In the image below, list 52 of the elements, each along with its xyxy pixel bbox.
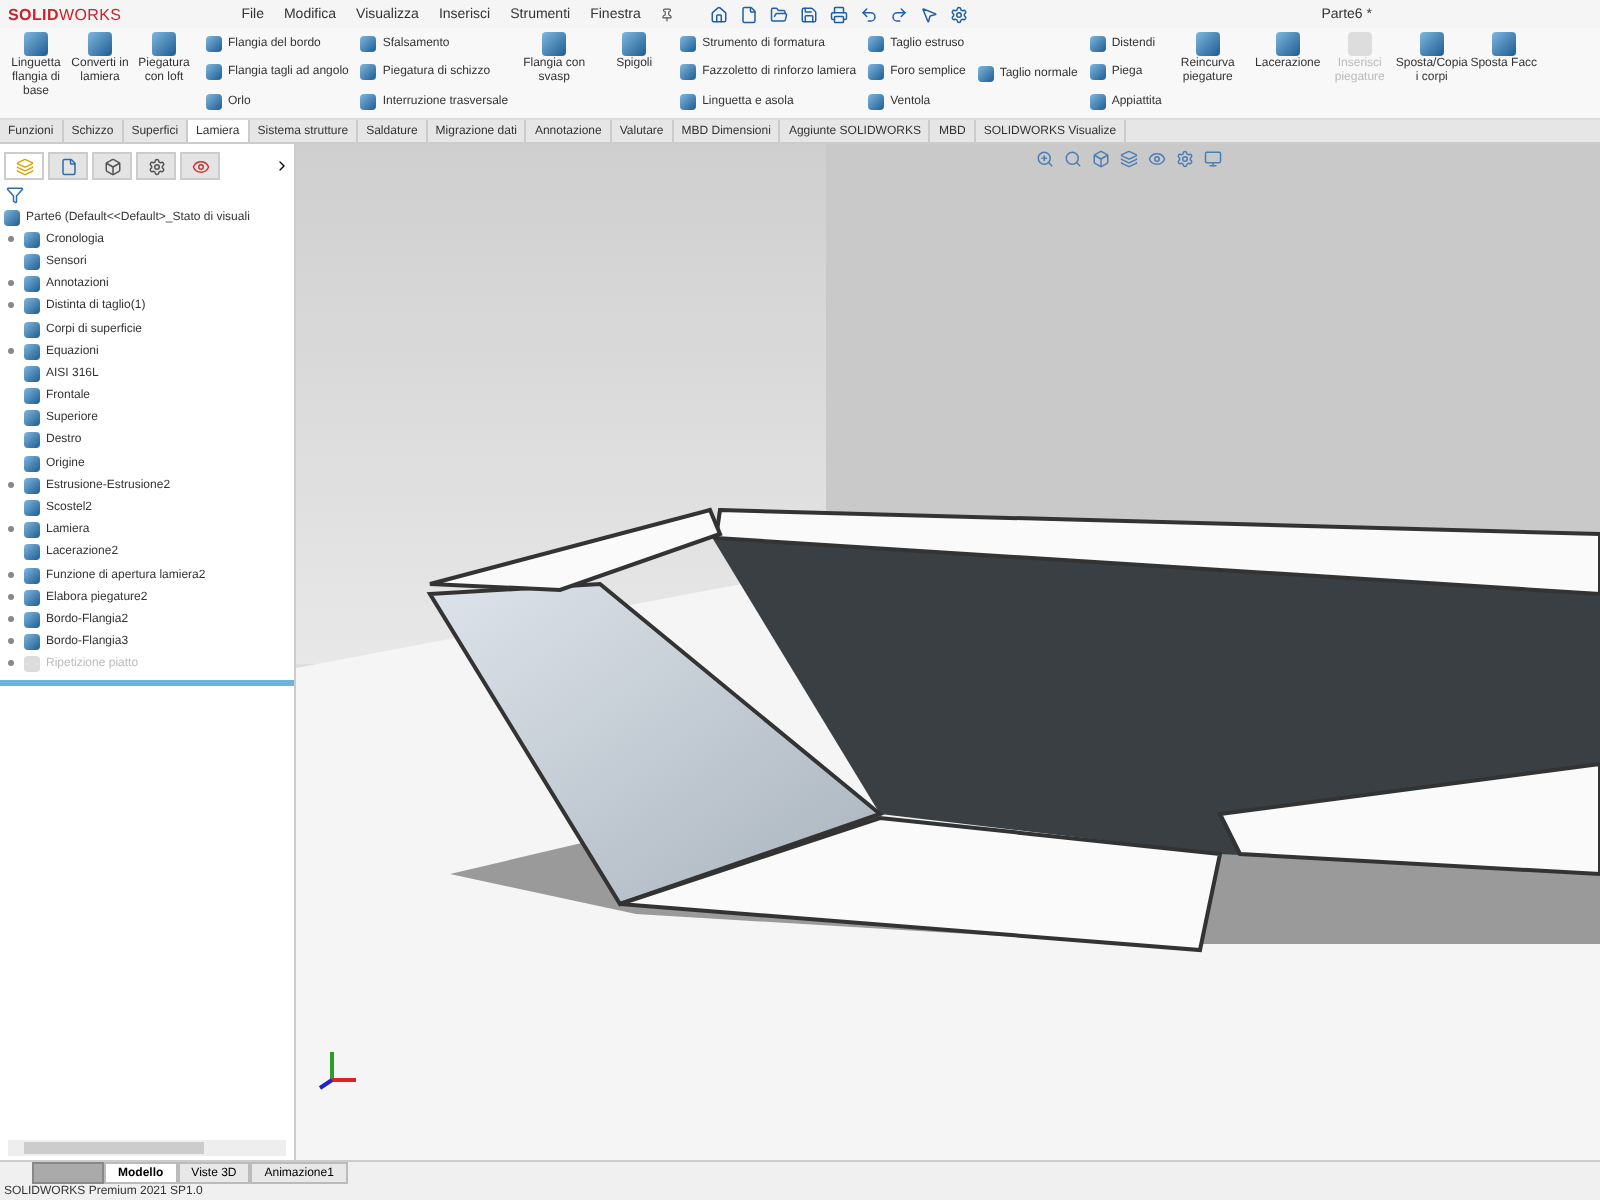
expand-dot-icon[interactable] [8,347,14,354]
monitor-icon[interactable] [1204,150,1222,168]
dimension-tab[interactable] [136,152,176,180]
search-icon[interactable] [1064,150,1082,168]
eye-icon[interactable] [1148,150,1166,168]
printer-icon[interactable] [830,5,849,23]
feature-tree-tab[interactable] [4,152,44,180]
property-tab[interactable] [48,152,88,180]
configuration-tab[interactable] [92,152,132,180]
settings-icon[interactable] [950,5,969,23]
save-icon[interactable] [800,5,819,23]
filter-icon[interactable] [6,186,24,204]
settings-icon[interactable] [1176,150,1194,168]
pin-icon[interactable] [660,7,675,21]
chevron-icon[interactable] [274,158,290,174]
axis-triad-icon [316,1048,360,1092]
gear-icon [147,157,165,175]
eye-icon [191,157,209,175]
expand-dot-icon[interactable] [8,235,14,242]
home-icon[interactable] [710,5,729,23]
redo-icon[interactable] [890,5,909,23]
tool-icon [542,32,567,56]
expand-dot-icon[interactable] [8,638,14,645]
document-icon [59,157,77,175]
zoom-in-icon[interactable] [1036,150,1054,168]
expand-dot-icon[interactable] [8,593,14,600]
cube-icon[interactable] [1092,150,1110,168]
expand-dot-icon[interactable] [8,615,14,622]
tool-icon [1419,32,1444,56]
appearance-tab[interactable] [180,152,220,180]
expand-dot-icon[interactable] [8,302,14,309]
cube-icon [103,157,121,175]
part-icon [4,209,20,226]
expand-dot-icon[interactable] [8,280,14,287]
undo-icon[interactable] [860,5,879,23]
tool-icon [1275,32,1300,56]
expand-dot-icon[interactable] [8,571,14,578]
tool-icon [152,32,176,56]
expand-dot-icon[interactable] [8,481,14,488]
new-document-icon[interactable] [740,5,759,23]
layers-icon[interactable] [1120,150,1138,168]
folder-icon[interactable] [770,5,789,23]
pointer-icon[interactable] [920,5,939,23]
tool-icon [622,32,647,56]
app-logo: SOLIDWORKS [8,5,122,23]
tool-icon [1195,32,1220,56]
tool-icon [1491,32,1516,56]
layers-icon [15,157,33,175]
tool-icon [88,32,112,56]
expand-dot-icon[interactable] [8,526,14,533]
tool-icon [24,32,48,56]
tool-icon [977,65,994,81]
